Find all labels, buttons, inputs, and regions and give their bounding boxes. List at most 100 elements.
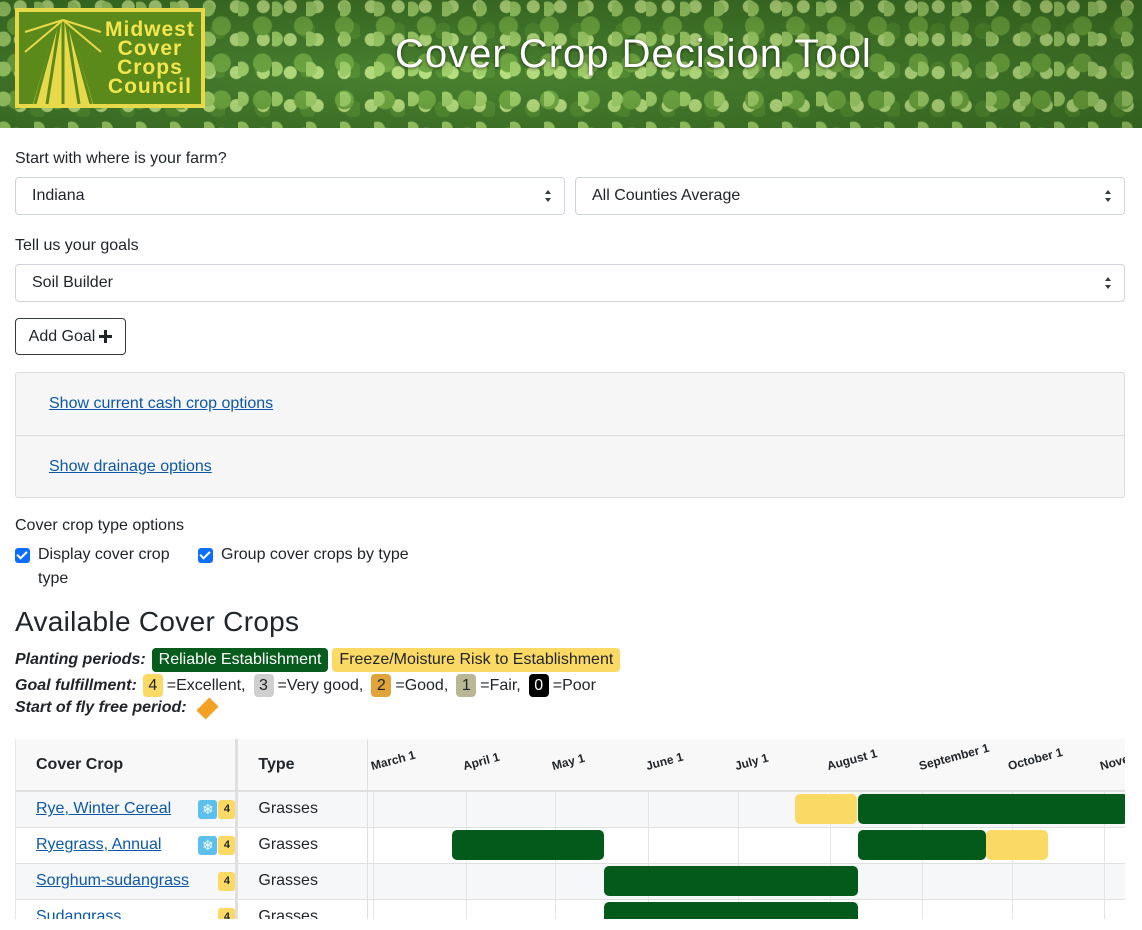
planting-legend: Planting periods: Reliable Establishment…: [15, 648, 1127, 672]
select-arrows-icon: [545, 190, 551, 202]
month-gridline: [648, 792, 650, 828]
timeline-cell: [367, 827, 1125, 864]
table-row: Sudangrass 4 Grasses: [16, 899, 1125, 919]
score-text: =Fair,: [480, 676, 521, 694]
checkbox-checked-icon[interactable]: [198, 548, 213, 563]
reliable-pill: Reliable Establishment: [151, 648, 329, 672]
risk-pill: Freeze/Moisture Risk to Establishment: [332, 648, 621, 672]
month-gridline: [830, 827, 832, 864]
month-label: May 1: [550, 750, 587, 773]
score-pill: 1: [456, 674, 477, 697]
state-select[interactable]: Indiana: [15, 177, 565, 215]
type-cell: Grasses: [236, 791, 369, 828]
month-gridline: [373, 863, 375, 900]
show-drainage-link[interactable]: Show drainage options: [49, 458, 212, 476]
timeline-cell: [367, 863, 1125, 900]
month-gridline: [555, 792, 557, 828]
table-row: Ryegrass, Annual ❄ 4 Grasses: [16, 827, 1125, 864]
col-header-crop[interactable]: Cover Crop: [16, 739, 239, 792]
col-header-type[interactable]: Type: [236, 739, 369, 792]
field-rows-icon: [23, 12, 103, 104]
logo-line: Council: [107, 75, 192, 98]
month-label: March 1: [369, 747, 418, 773]
display-type-checkbox[interactable]: Display cover crop type: [15, 543, 178, 591]
checkbox-checked-icon[interactable]: [15, 548, 30, 563]
risk-period-bar[interactable]: [795, 794, 858, 824]
crop-cell: Sudangrass 4: [16, 899, 239, 919]
group-type-checkbox[interactable]: Group cover crops by type: [198, 543, 409, 591]
goal-select[interactable]: Soil Builder: [15, 264, 1125, 302]
score-pill: 3: [253, 674, 274, 697]
goal-rank-badge: 4: [218, 907, 236, 919]
type-cell: Grasses: [236, 863, 369, 900]
month-label: April 1: [461, 749, 502, 773]
month-label: November 1: [1098, 742, 1125, 773]
crop-badges: ❄ 4: [198, 835, 236, 855]
type-options-checks: Display cover crop type Group cover crops…: [15, 543, 1127, 591]
month-gridline: [922, 863, 924, 900]
goal-rank-badge: 4: [218, 871, 236, 891]
month-label: June 1: [644, 749, 686, 773]
goal-rank-badge: 4: [218, 800, 236, 819]
display-type-label: Display cover crop type: [38, 543, 178, 591]
month-label: September 1: [917, 740, 991, 773]
reliable-period-bar[interactable]: [604, 865, 859, 896]
score-pill: 2: [371, 674, 392, 697]
month-gridline: [738, 792, 740, 828]
county-select[interactable]: All Counties Average: [575, 177, 1125, 215]
month-gridline: [466, 792, 468, 828]
month-gridline: [373, 827, 375, 864]
timeline-cell: [367, 791, 1125, 828]
page-header: Midwest Cover Crops Council Cover Crop D…: [0, 0, 1142, 128]
score-text: =Very good,: [277, 676, 364, 694]
month-gridline: [1104, 827, 1106, 864]
reliable-period-bar[interactable]: [452, 829, 605, 860]
reliable-period-bar[interactable]: [604, 901, 859, 919]
goal-select-value: Soil Builder: [32, 274, 113, 291]
score-list: 4 =Excellent, 3 =Very good, 2 =Good, 1 =Fair, 0 =…: [142, 674, 600, 697]
month-gridline: [648, 827, 650, 864]
crop-link[interactable]: Sorghum-sudangrass: [36, 872, 189, 889]
group-type-label: Group cover crops by type: [221, 546, 409, 563]
crop-cell: Ryegrass, Annual ❄ 4: [16, 827, 239, 864]
plus-icon: [99, 330, 113, 343]
month-gridline: [1104, 899, 1106, 919]
select-arrows-icon: [1105, 277, 1111, 289]
crop-link[interactable]: Rye, Winter Cereal: [36, 800, 171, 817]
month-gridline: [738, 827, 740, 864]
table-row: Sorghum-sudangrass 4 Grasses: [16, 863, 1125, 900]
fly-free-legend: Start of fly free period:: [15, 696, 1127, 720]
select-arrows-icon: [1105, 190, 1111, 202]
snowflake-icon: ❄: [198, 835, 218, 855]
crop-cell: Rye, Winter Cereal ❄ 4: [16, 791, 239, 828]
farm-location-label: Start with where is your farm?: [15, 150, 227, 167]
state-select-value: Indiana: [32, 187, 85, 204]
drainage-panel: Show drainage options: [16, 435, 1124, 497]
add-goal-button[interactable]: Add Goal: [15, 318, 126, 355]
month-gridline: [1012, 899, 1014, 919]
available-heading: Available Cover Crops: [15, 606, 300, 637]
diamond-icon: [196, 696, 219, 720]
crop-link[interactable]: Sudangrass: [36, 908, 121, 919]
mccc-logo[interactable]: Midwest Cover Crops Council: [15, 8, 205, 108]
month-label: October 1: [1006, 744, 1065, 773]
reliable-period-bar[interactable]: [858, 829, 987, 860]
month-gridline: [555, 899, 557, 919]
score-text: =Good,: [395, 676, 449, 694]
month-gridline: [555, 863, 557, 900]
month-gridline: [466, 899, 468, 919]
logo-text: Midwest Cover Crops Council: [105, 19, 195, 98]
reliable-period-bar[interactable]: [858, 794, 1125, 824]
crop-link[interactable]: Ryegrass, Annual: [36, 836, 161, 853]
month-label: August 1: [825, 746, 879, 773]
table-row: Rye, Winter Cereal ❄ 4 Grasses: [16, 791, 1125, 828]
fly-free-label: Start of fly free period:: [15, 699, 187, 716]
show-cash-crop-link[interactable]: Show current cash crop options: [49, 395, 273, 413]
type-cell: Grasses: [236, 899, 369, 919]
month-gridline: [373, 792, 375, 828]
goal-legend-label: Goal fulfillment:: [15, 676, 137, 694]
risk-period-bar[interactable]: [986, 829, 1049, 860]
crop-badges: ❄ 4: [198, 800, 236, 819]
main-content: Start with where is your farm? Indiana A…: [0, 150, 1142, 919]
crop-badges: 4: [218, 907, 236, 919]
